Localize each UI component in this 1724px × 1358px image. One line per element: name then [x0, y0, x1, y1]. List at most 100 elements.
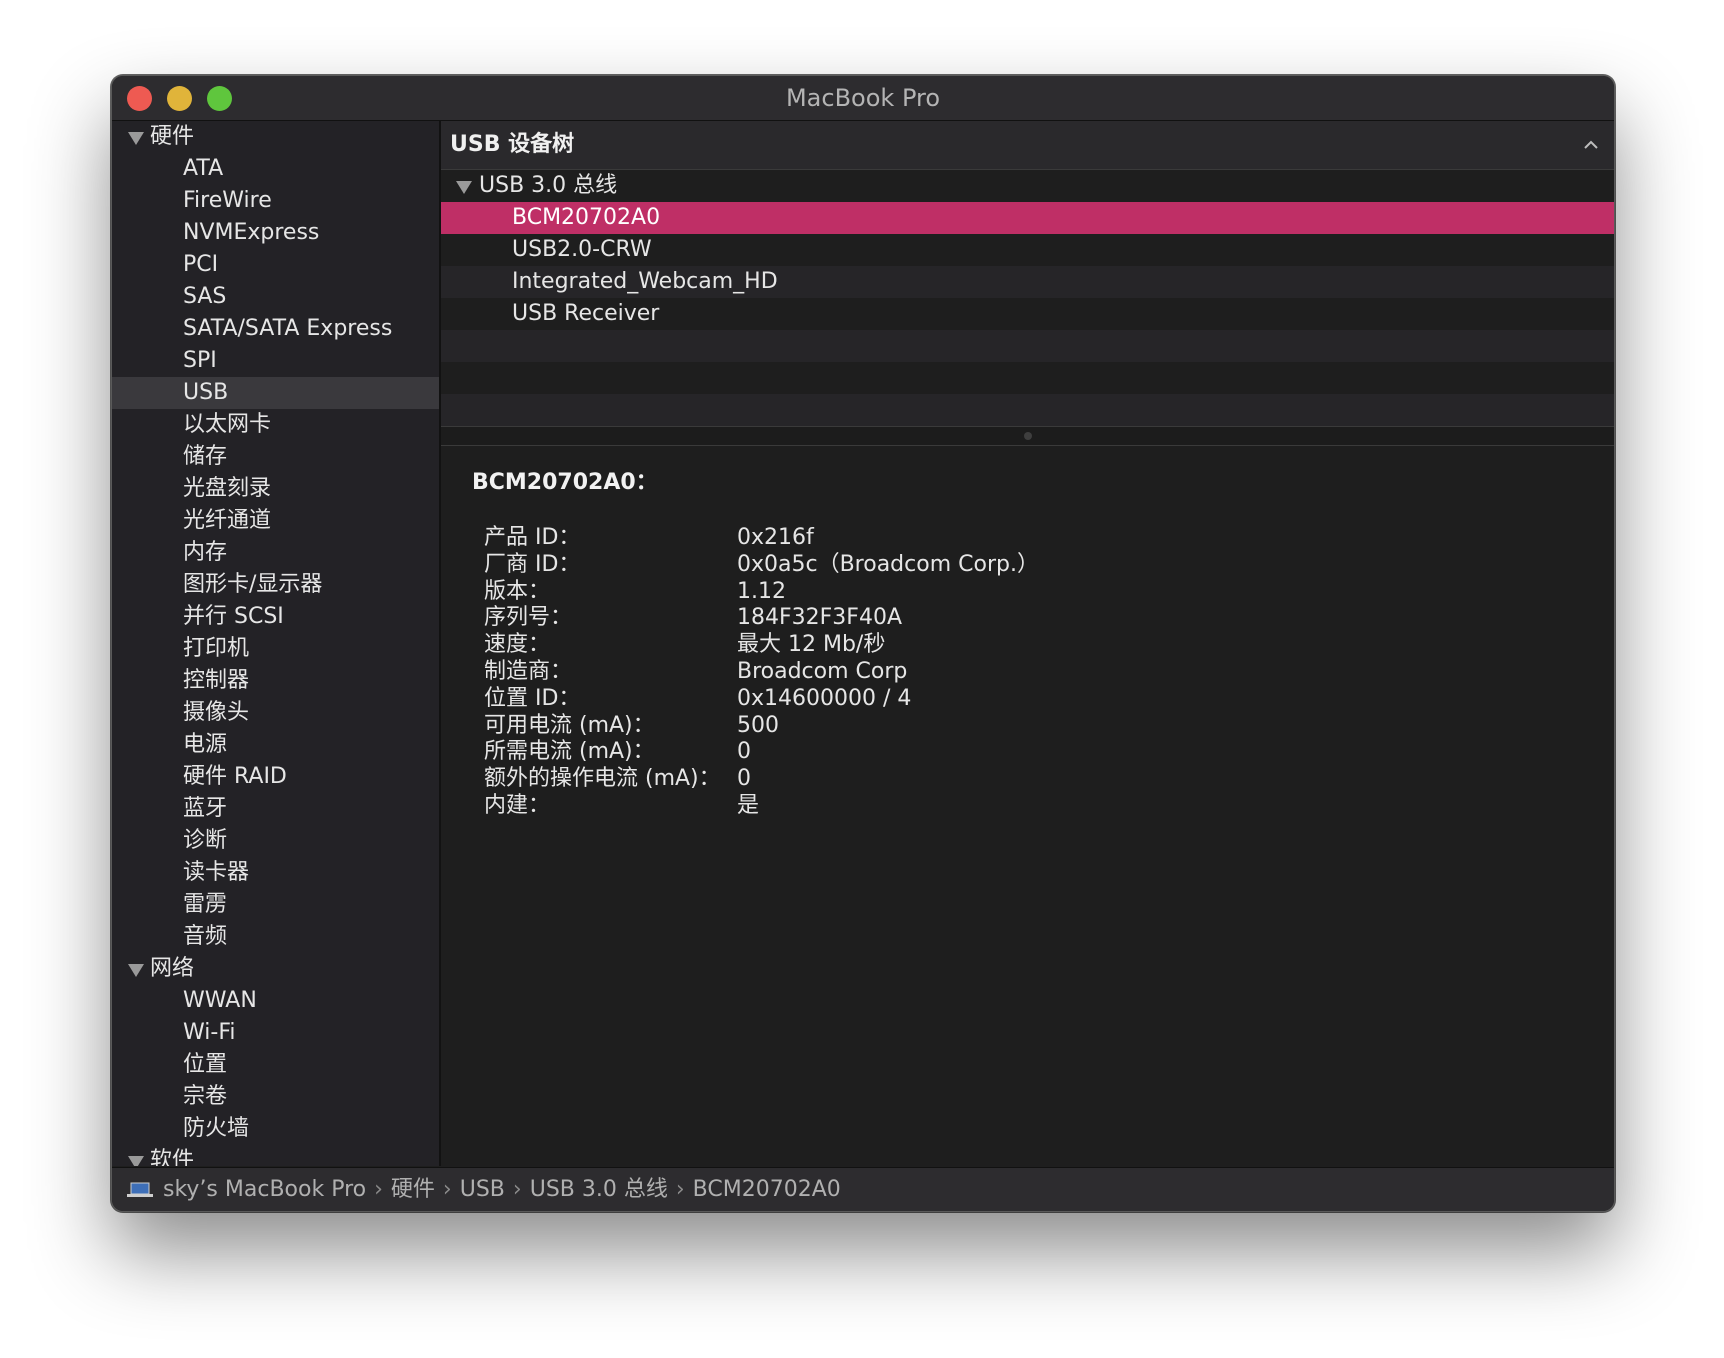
sidebar-item-label: 光盘刻录: [183, 476, 272, 501]
sidebar-item[interactable]: 打印机: [112, 633, 439, 665]
property-value: 184F32F3F40A: [737, 605, 902, 631]
tree-row-bus-label: USB 3.0 总线: [479, 173, 618, 198]
sidebar-item[interactable]: 雷雳: [112, 889, 439, 921]
chevron-up-icon[interactable]: [1582, 136, 1600, 154]
pane-splitter[interactable]: [441, 426, 1614, 446]
sidebar-item[interactable]: 光盘刻录: [112, 473, 439, 505]
sidebar-item-label: 读卡器: [183, 860, 250, 885]
sidebar-list: 硬件 ATA FireWire NVMExpress PCI SAS SATA/SATA E…: [112, 121, 439, 1166]
sidebar-item[interactable]: 并行 SCSI: [112, 601, 439, 633]
sidebar-item[interactable]: 光纤通道: [112, 505, 439, 537]
sidebar-item[interactable]: 蓝牙: [112, 793, 439, 825]
sidebar-item[interactable]: 宗卷: [112, 1081, 439, 1113]
sidebar-item[interactable]: 控制器: [112, 665, 439, 697]
sidebar-item-label: ATA: [183, 156, 224, 181]
sidebar-item[interactable]: USB: [112, 377, 439, 409]
sidebar-group-network-label: 网络: [150, 956, 195, 981]
sidebar-item-label: USB: [183, 380, 229, 405]
property-value: 0x216f: [737, 525, 814, 550]
sidebar-item[interactable]: 储存: [112, 441, 439, 473]
disclosure-triangle-icon[interactable]: [128, 964, 144, 977]
tree-row-device[interactable]: BCM20702A0: [441, 202, 1614, 234]
property-value: 500: [737, 712, 779, 738]
splitter-handle-icon[interactable]: [1023, 432, 1032, 440]
sidebar-item[interactable]: 图形卡/显示器: [112, 569, 439, 601]
property-value: 是: [737, 792, 760, 818]
breadcrumb-item[interactable]: USB: [460, 1177, 505, 1202]
sidebar-item-label: 音频: [183, 924, 228, 949]
sidebar-item[interactable]: SPI: [112, 345, 439, 377]
sidebar-item[interactable]: 以太网卡: [112, 409, 439, 441]
sidebar-item-label: SATA/SATA Express: [183, 316, 393, 341]
sidebar-group-hardware[interactable]: 硬件: [112, 121, 439, 153]
usb-device-tree: USB 3.0 总线 BCM20702A0 USB2.0-CRW Integrated…: [441, 170, 1614, 426]
breadcrumb-separator-icon: ›: [442, 1177, 452, 1202]
sidebar-item-label: 硬件 RAID: [183, 764, 287, 789]
disclosure-triangle-icon[interactable]: [128, 132, 144, 145]
title-bar[interactable]: MacBook Pro: [112, 76, 1614, 121]
device-detail-title: BCM20702A0：: [472, 470, 658, 495]
sidebar-item[interactable]: 电源: [112, 729, 439, 761]
breadcrumb-item[interactable]: 硬件: [391, 1177, 435, 1202]
sidebar-item[interactable]: Wi-Fi: [112, 1017, 439, 1049]
usb-tree-header[interactable]: USB 设备树: [441, 121, 1614, 170]
sidebar-item[interactable]: 位置: [112, 1049, 439, 1081]
breadcrumb-separator-icon: ›: [374, 1177, 383, 1202]
tree-row-device[interactable]: Integrated_Webcam_HD: [441, 266, 1614, 298]
sidebar-item[interactable]: WWAN: [112, 985, 439, 1017]
sidebar-item[interactable]: NVMExpress: [112, 217, 439, 249]
breadcrumb-item[interactable]: sky’s MacBook Pro: [163, 1177, 366, 1202]
content-pane: USB 设备树 USB 3.0 总线 BCM20702A0 USB2.0-CRW In…: [441, 121, 1614, 1166]
property-key: 位置 ID：: [484, 685, 581, 711]
sidebar-item[interactable]: 硬件 RAID: [112, 761, 439, 793]
tree-row-bus[interactable]: USB 3.0 总线: [441, 170, 1614, 202]
sidebar-item[interactable]: 诊断: [112, 825, 439, 857]
sidebar-item-label: 宗卷: [183, 1084, 228, 1109]
tree-row-empty: [441, 330, 1614, 362]
tree-row-device[interactable]: USB Receiver: [441, 298, 1614, 330]
sidebar[interactable]: 硬件 ATA FireWire NVMExpress PCI SAS SATA/SATA E…: [112, 121, 441, 1166]
sidebar-item-label: 雷雳: [183, 892, 228, 917]
sidebar-item[interactable]: FireWire: [112, 185, 439, 217]
sidebar-item-label: 以太网卡: [183, 412, 272, 437]
sidebar-item[interactable]: 摄像头: [112, 697, 439, 729]
usb-tree-title: USB 设备树: [450, 132, 575, 157]
window-title: MacBook Pro: [785, 84, 941, 112]
tree-row-device-label: USB2.0-CRW: [512, 237, 652, 262]
sidebar-item-label: 光纤通道: [183, 508, 272, 533]
sidebar-item-label: 打印机: [183, 636, 250, 661]
sidebar-group-network[interactable]: 网络: [112, 953, 439, 985]
sidebar-item-label: WWAN: [183, 988, 257, 1013]
tree-row-empty: [441, 394, 1614, 426]
sidebar-item[interactable]: 防火墙: [112, 1113, 439, 1145]
property-value: 0: [737, 766, 751, 792]
disclosure-triangle-icon[interactable]: [456, 181, 472, 194]
sidebar-item[interactable]: SATA/SATA Express: [112, 313, 439, 345]
property-value: 0x14600000 / 4: [737, 685, 912, 711]
sidebar-item[interactable]: ATA: [112, 153, 439, 185]
sidebar-item[interactable]: 读卡器: [112, 857, 439, 889]
breadcrumb-item[interactable]: USB 3.0 总线: [530, 1177, 668, 1202]
property-key: 所需电流 (mA)：: [484, 739, 655, 765]
sidebar-item-label: 图形卡/显示器: [183, 572, 323, 597]
sidebar-group-software[interactable]: 软件: [112, 1145, 439, 1166]
property-key: 厂商 ID：: [484, 551, 581, 577]
property-key: 制造商：: [484, 658, 573, 684]
sidebar-item[interactable]: 音频: [112, 921, 439, 953]
sidebar-item-label: 诊断: [183, 828, 228, 853]
disclosure-triangle-icon[interactable]: [128, 1156, 144, 1166]
tree-row-device-label: USB Receiver: [512, 301, 660, 326]
breadcrumb: sky’s MacBook Pro › 硬件 › USB › USB 3.0 总线 › BCM2…: [163, 1168, 841, 1211]
laptop-icon: [127, 1182, 153, 1197]
sidebar-item[interactable]: PCI: [112, 249, 439, 281]
breadcrumb-item[interactable]: BCM20702A0: [693, 1177, 841, 1202]
sidebar-item-label: 位置: [183, 1052, 228, 1077]
sidebar-item-label: NVMExpress: [183, 220, 320, 245]
sidebar-item[interactable]: 内存: [112, 537, 439, 569]
system-information-window: MacBook Pro 硬件 ATA FireWire NVMExpress PCI SA…: [111, 75, 1615, 1212]
breadcrumb-separator-icon: ›: [512, 1177, 522, 1202]
device-detail: BCM20702A0： 产品 ID： 0x216f 厂商 ID： 0x0a5c（Bro…: [441, 446, 1614, 1166]
sidebar-group-software-label: 软件: [150, 1148, 195, 1166]
tree-row-device[interactable]: USB2.0-CRW: [441, 234, 1614, 266]
sidebar-item[interactable]: SAS: [112, 281, 439, 313]
